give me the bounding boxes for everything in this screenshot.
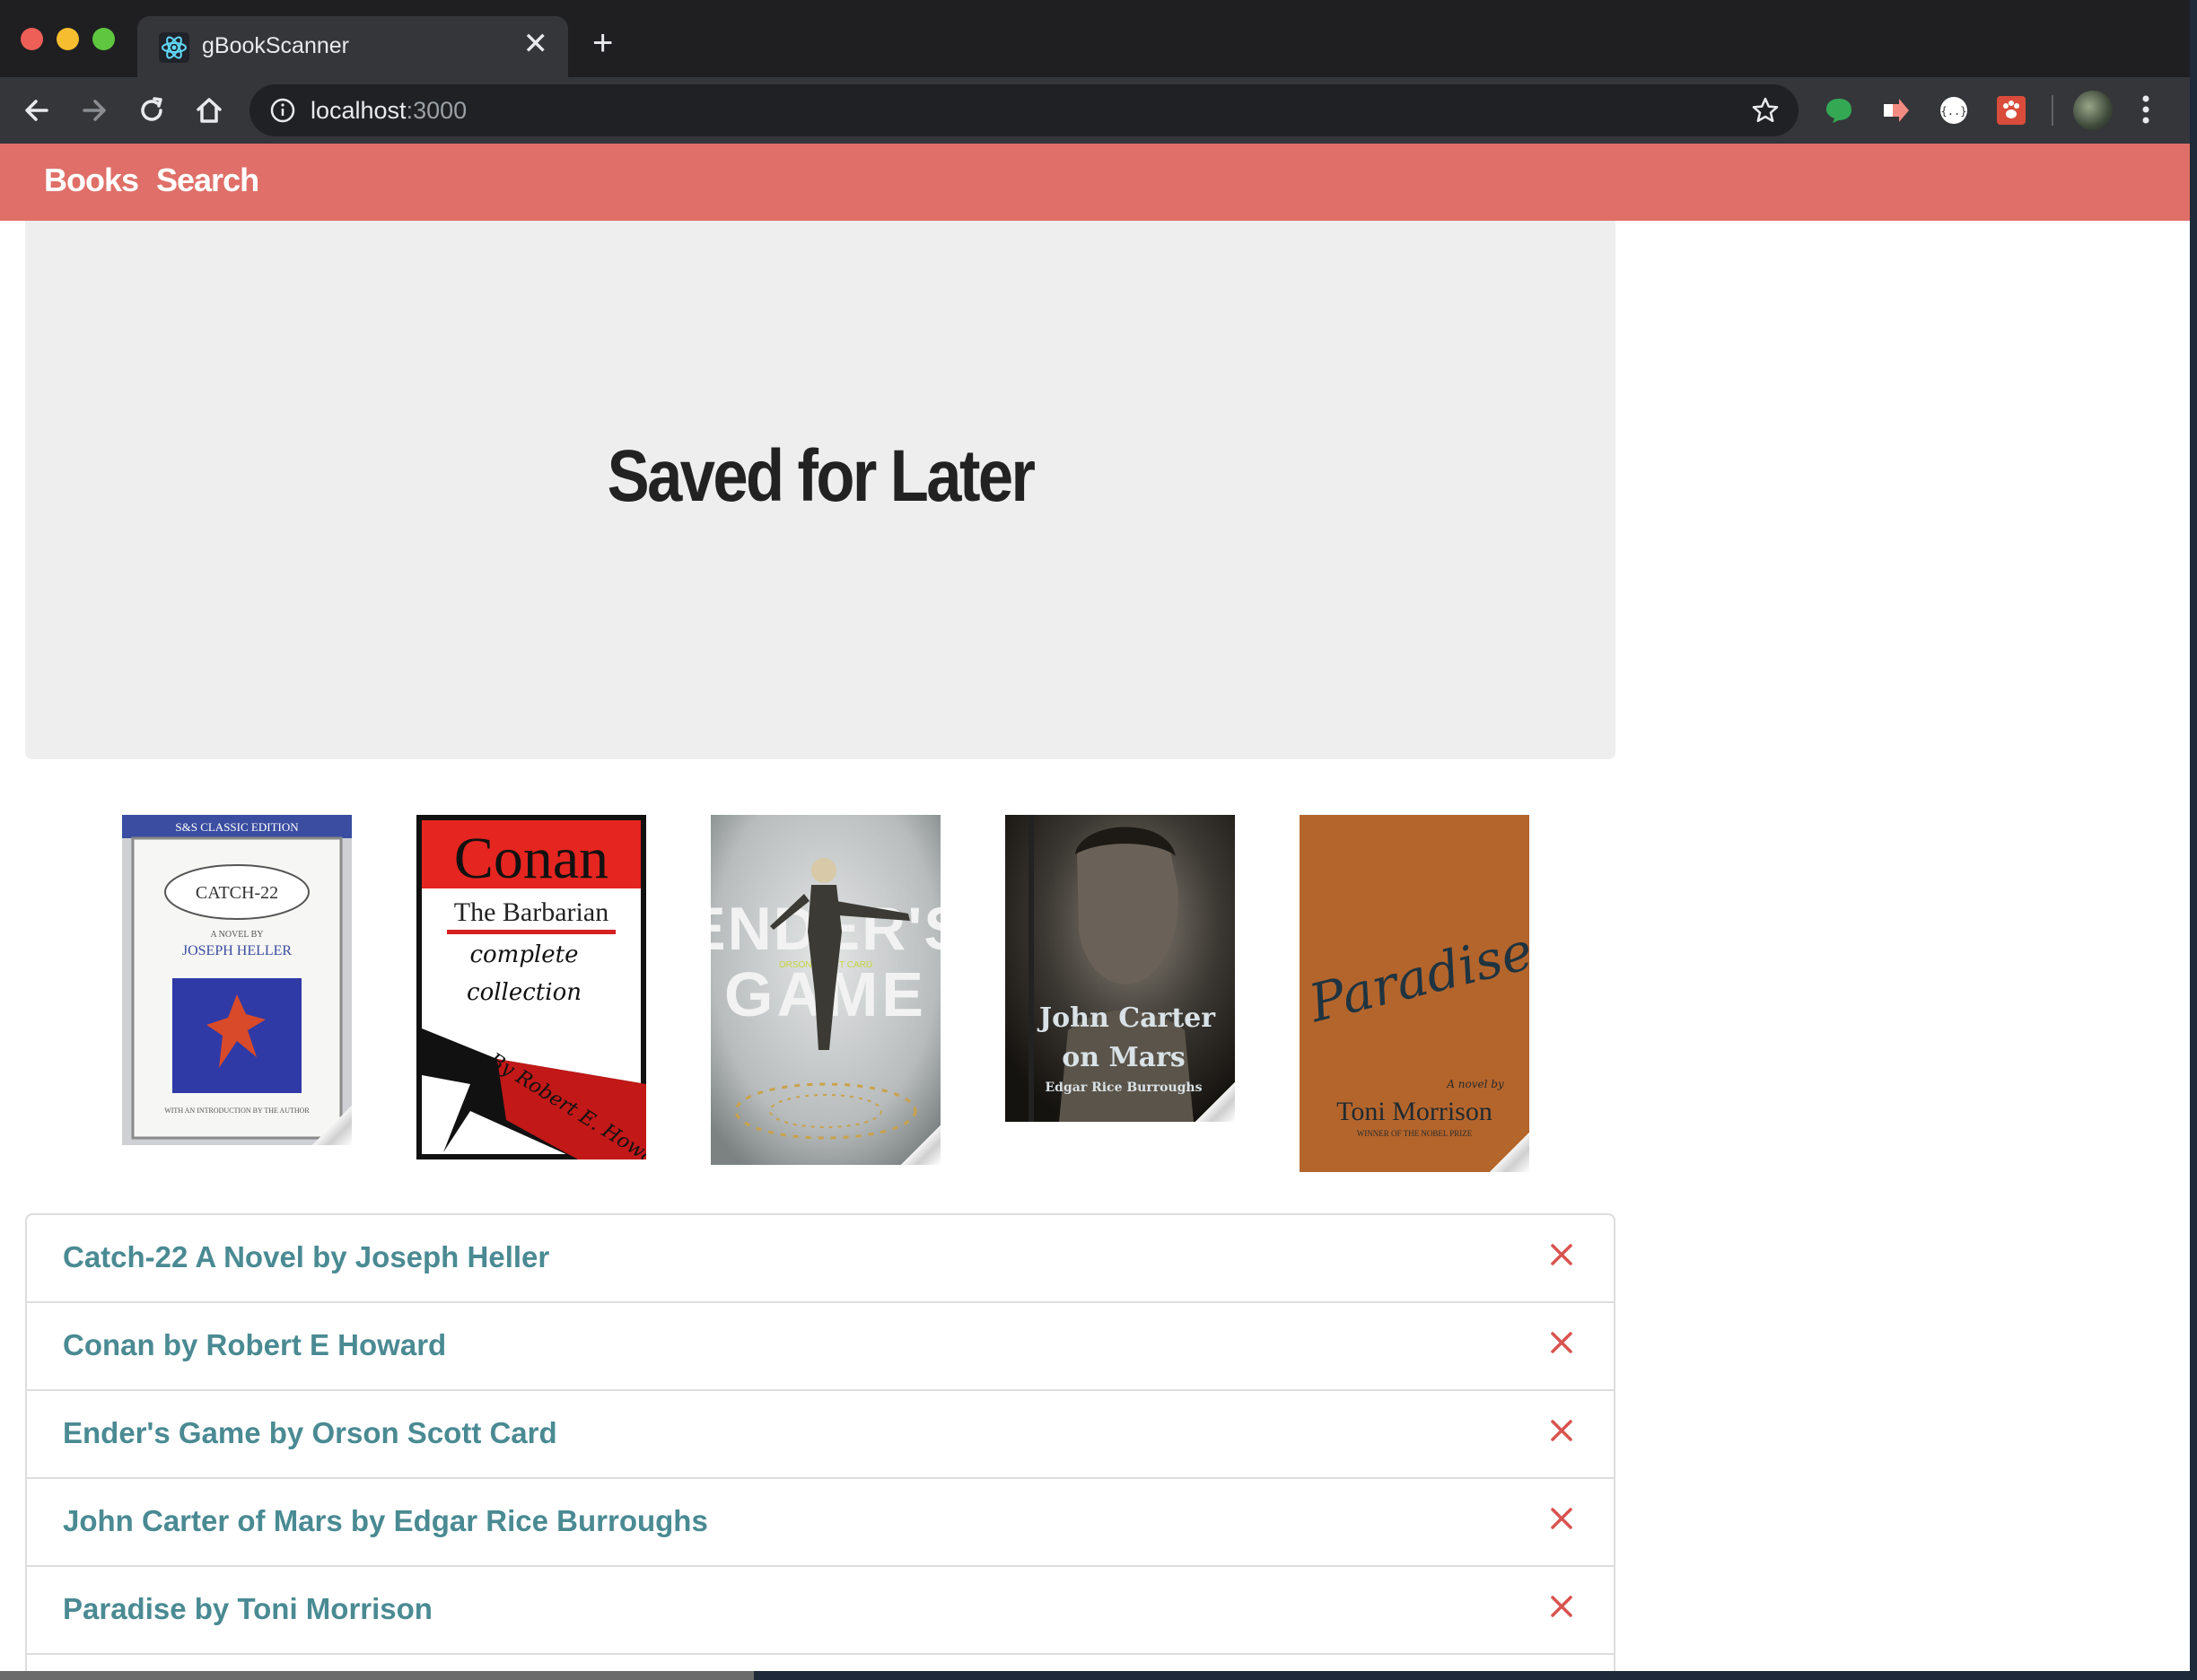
john-carter-cover-art: John Carter on Mars Edgar Rice Burroughs bbox=[1005, 815, 1235, 1122]
conan-cover-art: Conan The Barbarian complete collection … bbox=[416, 815, 646, 1159]
close-icon[interactable] bbox=[1544, 1325, 1580, 1361]
react-icon bbox=[159, 32, 189, 63]
book-cover-paradise[interactable]: Paradise A novel by Toni Morrison WINNER… bbox=[1300, 815, 1529, 1172]
desktop-strip bbox=[0, 1671, 754, 1680]
enders-cover-art: ENDER'S GAME ORSON SCOTT CARD bbox=[711, 815, 941, 1165]
minimize-window-button[interactable] bbox=[57, 28, 79, 50]
tab-close-icon[interactable]: ✕ bbox=[523, 29, 549, 59]
svg-text:{..}: {..} bbox=[1941, 105, 1967, 118]
book-cover-enders-game[interactable]: ENDER'S GAME ORSON SCOTT CARD bbox=[711, 815, 941, 1165]
home-icon[interactable] bbox=[192, 93, 226, 127]
app-navbar: Books Search bbox=[0, 144, 2190, 221]
page-curl bbox=[312, 1106, 352, 1145]
catch22-author-text: JOSEPH HELLER bbox=[182, 943, 293, 958]
close-icon[interactable] bbox=[1544, 1237, 1580, 1273]
book-cover-conan[interactable]: Conan The Barbarian complete collection … bbox=[416, 815, 646, 1159]
john-carter-title1-text: John Carter bbox=[1037, 1002, 1216, 1034]
saved-books-list: Catch-22 A Novel by Joseph Heller Conan … bbox=[25, 1213, 1615, 1671]
conan-subtitle-text: The Barbarian bbox=[454, 897, 608, 927]
close-icon[interactable] bbox=[1544, 1588, 1580, 1624]
paradise-byline-text: A novel by bbox=[1446, 1078, 1504, 1090]
list-item: John Carter of Mars by Edgar Rice Burrou… bbox=[27, 1479, 1614, 1567]
catch22-footer-text: WITH AN INTRODUCTION BY THE AUTHOR bbox=[164, 1107, 310, 1115]
book-title-link[interactable]: Ender's Game by Orson Scott Card bbox=[63, 1416, 557, 1450]
forward-icon[interactable] bbox=[77, 93, 111, 127]
book-title-link[interactable]: John Carter of Mars by Edgar Rice Burrou… bbox=[63, 1504, 708, 1538]
reload-icon[interactable] bbox=[135, 93, 169, 127]
maximize-window-button[interactable] bbox=[92, 28, 115, 50]
paradise-author-text: Toni Morrison bbox=[1336, 1097, 1492, 1126]
tab-title: gBookScanner bbox=[202, 33, 350, 58]
catch22-subtitle-text: A NOVEL BY bbox=[210, 930, 263, 940]
book-title-link[interactable]: Catch-22 A Novel by Joseph Heller bbox=[63, 1240, 549, 1274]
page-curl bbox=[901, 1125, 941, 1165]
profile-avatar[interactable] bbox=[2073, 91, 2113, 130]
list-item: Conan by Robert E Howard bbox=[27, 1303, 1614, 1391]
toolbar-separator bbox=[2052, 95, 2053, 126]
conan-title-text: Conan bbox=[454, 826, 608, 891]
extension-paw-icon[interactable] bbox=[1996, 95, 2026, 126]
catch22-cover-art: S&S CLASSIC EDITION CATCH-22 A NOVEL BY … bbox=[122, 815, 352, 1145]
book-cover-catch22[interactable]: S&S CLASSIC EDITION CATCH-22 A NOVEL BY … bbox=[122, 815, 352, 1145]
tab-strip: gBookScanner ✕ + bbox=[0, 0, 2190, 77]
catch22-title-text: CATCH-22 bbox=[196, 883, 278, 903]
nav-books-link[interactable]: Books bbox=[44, 162, 139, 199]
address-bar[interactable]: localhost:3000 bbox=[249, 84, 1799, 136]
close-icon[interactable] bbox=[1544, 1413, 1580, 1448]
close-icon[interactable] bbox=[1544, 1501, 1580, 1536]
john-carter-author-text: Edgar Rice Burroughs bbox=[1046, 1081, 1203, 1095]
list-item: Paradise by Toni Morrison bbox=[27, 1567, 1614, 1655]
new-tab-icon[interactable]: + bbox=[592, 25, 613, 61]
list-item: Ender's Game by Orson Scott Card bbox=[27, 1391, 1614, 1479]
nav-search-link[interactable]: Search bbox=[156, 162, 259, 199]
page-title: Saved for Later bbox=[607, 435, 1036, 517]
site-info-icon[interactable] bbox=[269, 97, 296, 124]
conan-line1-text: complete bbox=[469, 941, 578, 968]
url-text: localhost:3000 bbox=[311, 97, 468, 124]
browser-window: gBookScanner ✕ + localhost:3000 {..} Boo… bbox=[0, 0, 2190, 1671]
back-icon[interactable] bbox=[20, 93, 54, 127]
book-title-link[interactable]: Conan by Robert E Howard bbox=[63, 1328, 446, 1362]
page-curl bbox=[1490, 1133, 1529, 1172]
bookmark-star-icon[interactable] bbox=[1750, 95, 1781, 126]
catch22-series-text: S&S CLASSIC EDITION bbox=[175, 820, 299, 834]
extension-arrow-icon[interactable] bbox=[1881, 95, 1912, 126]
extension-json-icon[interactable]: {..} bbox=[1939, 95, 1969, 126]
conan-line2-text: collection bbox=[467, 979, 582, 1006]
extension-green-icon[interactable] bbox=[1824, 95, 1854, 126]
john-carter-title2-text: on Mars bbox=[1062, 1042, 1186, 1073]
paradise-line2-text: WINNER OF THE NOBEL PRIZE bbox=[1357, 1129, 1473, 1138]
close-window-button[interactable] bbox=[21, 28, 43, 50]
page-curl bbox=[1195, 1082, 1235, 1122]
jumbotron: Saved for Later bbox=[25, 221, 1615, 759]
browser-toolbar: localhost:3000 {..} bbox=[0, 77, 2190, 144]
book-title-link[interactable]: Paradise by Toni Morrison bbox=[63, 1592, 433, 1626]
paradise-cover-art: Paradise A novel by Toni Morrison WINNER… bbox=[1300, 815, 1529, 1172]
list-item: Catch-22 A Novel by Joseph Heller bbox=[27, 1215, 1614, 1303]
more-menu-icon[interactable] bbox=[2141, 92, 2150, 127]
book-cover-row: S&S CLASSIC EDITION CATCH-22 A NOVEL BY … bbox=[0, 815, 1642, 1183]
browser-tab[interactable]: gBookScanner ✕ bbox=[137, 16, 568, 77]
book-cover-john-carter[interactable]: John Carter on Mars Edgar Rice Burroughs bbox=[1005, 815, 1235, 1122]
